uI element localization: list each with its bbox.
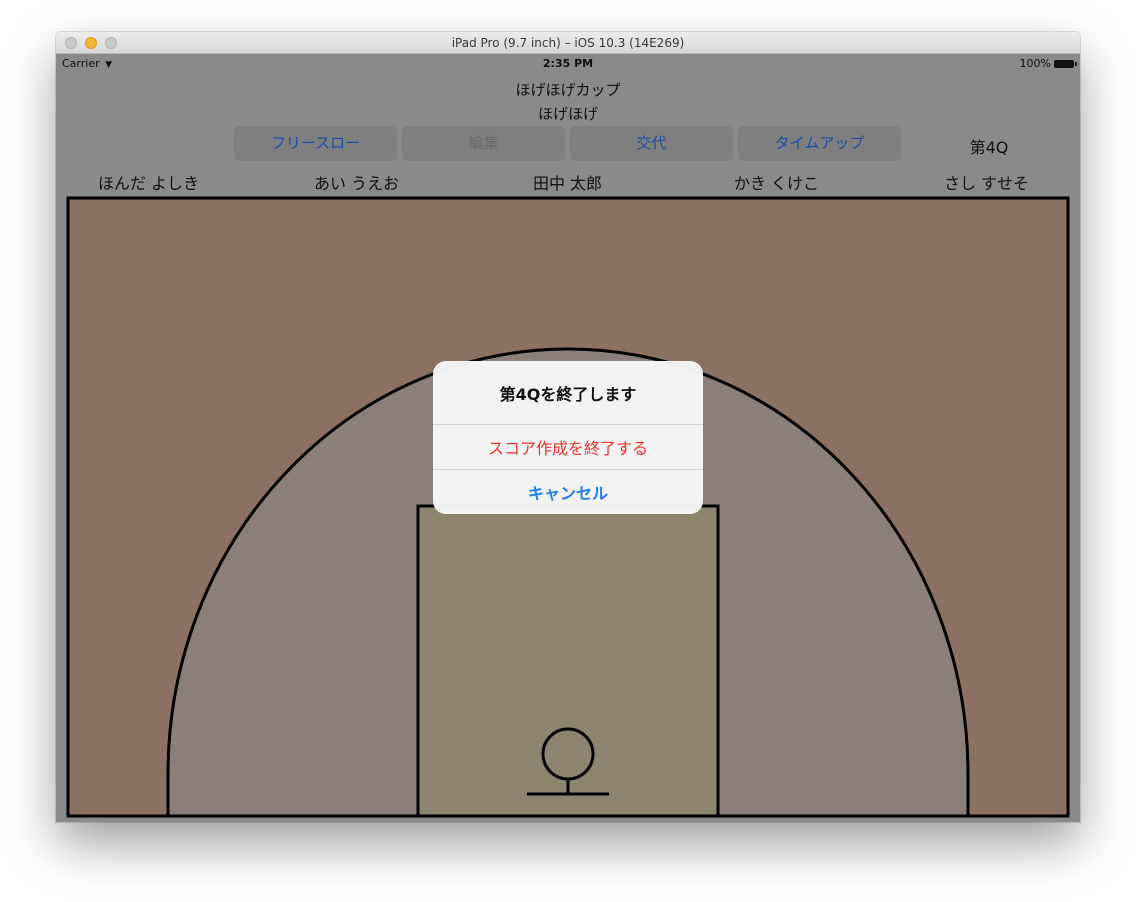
end-quarter-alert: 第4Qを終了します スコア作成を終了する キャンセル xyxy=(433,361,703,514)
window-title: iPad Pro (9.7 inch) – iOS 10.3 (14E269) xyxy=(451,36,685,50)
cancel-button[interactable]: キャンセル xyxy=(433,470,703,514)
alert-title: 第4Qを終了します xyxy=(499,385,637,404)
end-scoring-button[interactable]: スコア作成を終了する xyxy=(433,425,703,469)
simulator-window: iPad Pro (9.7 inch) – iOS 10.3 (14E269) … xyxy=(56,32,1080,822)
ipad-screen: Carrier ▼ 2:35 PM 100% ほげほげカップ ほげほげ フリース… xyxy=(56,54,1080,822)
key-area[interactable] xyxy=(416,504,720,818)
window-titlebar: iPad Pro (9.7 inch) – iOS 10.3 (14E269) xyxy=(56,32,1080,54)
